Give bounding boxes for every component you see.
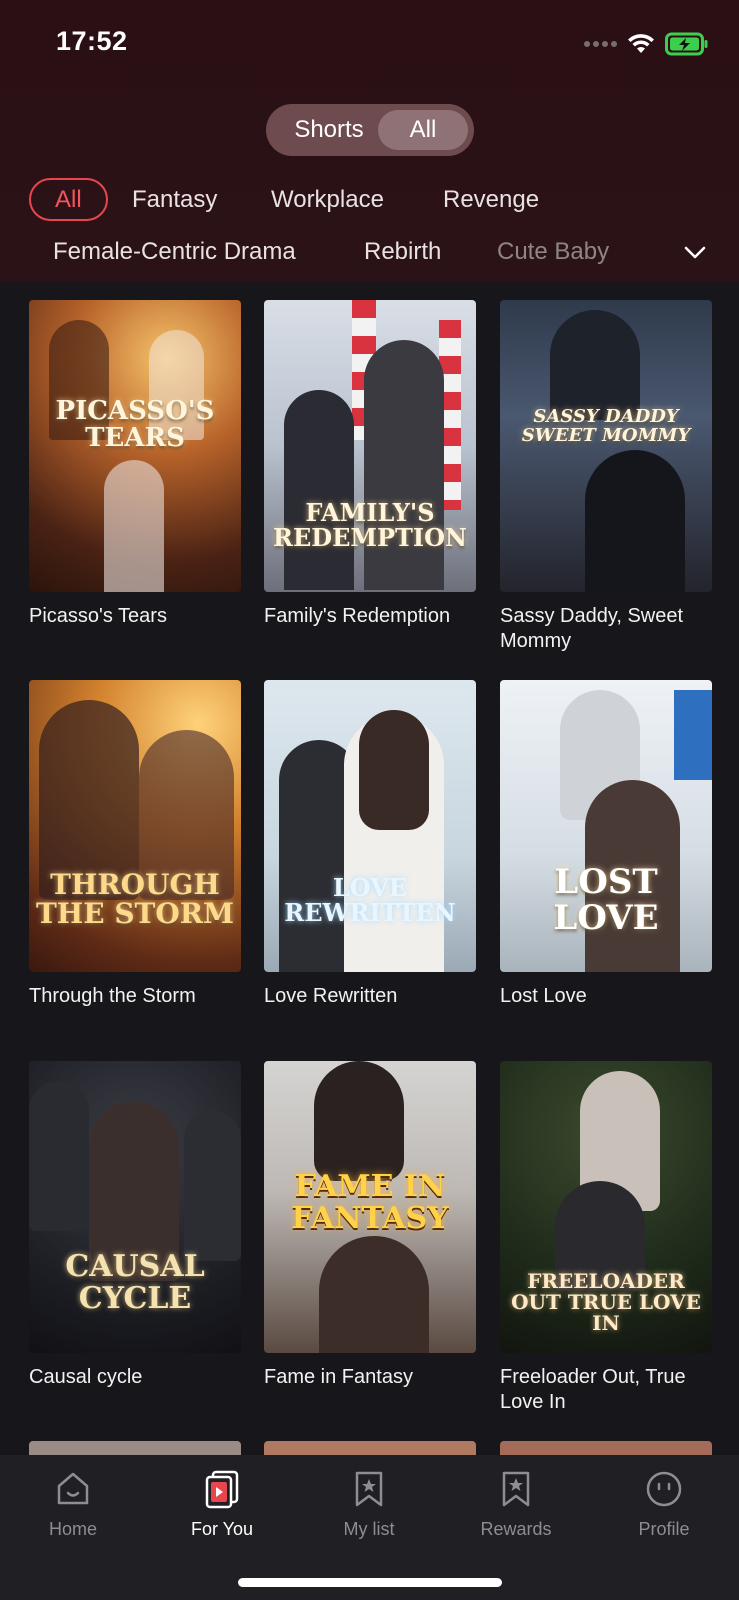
category-chip-fantasy[interactable]: Fantasy [132,186,217,214]
status-bar: 17:52 [0,0,739,90]
chevron-down-icon[interactable] [683,240,707,264]
nav-my-list-label: My list [343,1519,395,1539]
content-type-toggle: Shorts All [266,104,474,156]
drama-poster-partial[interactable] [500,1441,712,1455]
home-indicator[interactable] [238,1578,502,1587]
bookmark-star-icon [355,1471,383,1507]
drama-poster[interactable]: SASSY DADDY SWEET MOMMY [500,300,712,592]
drama-title: Picasso's Tears [29,605,167,627]
category-chip-female-centric-drama[interactable]: Female-Centric Drama [53,238,296,266]
drama-title: Freeloader Out, True Love In [500,1366,686,1413]
toggle-shorts[interactable]: Shorts [274,104,384,156]
drama-title: Sassy Daddy, Sweet Mommy [500,605,684,652]
drama-card[interactable]: LOST LOVE Lost Love [500,680,712,1009]
drama-card[interactable]: SASSY DADDY SWEET MOMMY Sassy Daddy, Swe… [500,300,712,654]
status-time: 17:52 [56,26,128,56]
drama-title: Through the Storm [29,985,196,1007]
drama-card[interactable]: LOVE REWRITTEN Love Rewritten [264,680,476,1009]
poster-title: FAME IN FANTASY [291,1169,449,1236]
status-icons [584,32,709,56]
drama-card[interactable]: FREELOADER OUT TRUE LOVE IN Freeloader O… [500,1061,712,1415]
nav-profile[interactable]: Profile [614,1469,714,1540]
nav-profile-label: Profile [638,1519,690,1539]
poster-title: PICASSO'S TEARS [55,396,215,454]
nav-my-list[interactable]: My list [319,1469,419,1540]
poster-title: CAUSAL CYCLE [65,1249,205,1316]
home-icon [57,1472,89,1505]
cellular-signal-icon [584,41,617,47]
drama-poster-partial[interactable] [264,1441,476,1455]
poster-title: LOST LOVE [553,862,659,938]
category-chip-workplace[interactable]: Workplace [271,186,384,214]
drama-card[interactable]: CAUSAL CYCLE Causal cycle [29,1061,241,1390]
drama-poster[interactable]: FAME IN FANTASY [264,1061,476,1353]
drama-title: Lost Love [500,985,587,1007]
drama-card[interactable]: FAME IN FANTASY Fame in Fantasy [264,1061,476,1390]
top-header: 17:52 Shorts All All Fantasy Workplace R… [0,0,739,282]
drama-poster[interactable]: CAUSAL CYCLE [29,1061,241,1353]
battery-charging-icon [665,32,708,56]
poster-title: LOVE REWRITTEN [284,873,456,928]
category-chip-cute-baby[interactable]: Cute Baby [497,238,609,266]
drama-title: Fame in Fantasy [264,1366,413,1388]
drama-poster[interactable]: FAMILY'S REDEMPTION [264,300,476,592]
poster-title: FREELOADER OUT TRUE LOVE IN [511,1269,701,1335]
category-chip-revenge[interactable]: Revenge [443,186,539,214]
drama-card[interactable]: THROUGH THE STORM Through the Storm [29,680,241,1009]
rewards-icon [502,1471,530,1507]
drama-poster[interactable]: LOVE REWRITTEN [264,680,476,972]
drama-poster[interactable]: LOST LOVE [500,680,712,972]
nav-rewards[interactable]: Rewards [466,1469,566,1540]
nav-rewards-label: Rewards [480,1519,552,1539]
play-video-icon [205,1470,239,1509]
poster-title: SASSY DADDY SWEET MOMMY [521,406,691,446]
drama-poster[interactable]: PICASSO'S TEARS [29,300,241,592]
toggle-all[interactable]: All [378,110,468,150]
drama-title: Causal cycle [29,1366,143,1388]
drama-card[interactable]: FAMILY'S REDEMPTION Family's Redemption [264,300,476,629]
nav-home-label: Home [48,1519,97,1539]
drama-title: Love Rewritten [264,985,398,1007]
profile-icon [646,1471,682,1507]
poster-title: THROUGH THE STORM [35,868,235,931]
drama-poster[interactable]: THROUGH THE STORM [29,680,241,972]
drama-poster-partial[interactable] [29,1441,241,1455]
poster-title: FAMILY'S REDEMPTION [273,498,467,553]
wifi-icon [628,34,654,53]
drama-poster[interactable]: FREELOADER OUT TRUE LOVE IN [500,1061,712,1353]
category-chip-rebirth[interactable]: Rebirth [364,238,441,266]
drama-card[interactable]: PICASSO'S TEARS Picasso's Tears [29,300,241,629]
drama-title: Family's Redemption [264,605,451,627]
nav-home[interactable]: Home [23,1469,123,1540]
nav-for-you[interactable]: For You [172,1469,272,1540]
nav-for-you-label: For You [190,1519,254,1539]
category-chip-all[interactable]: All [29,178,108,221]
